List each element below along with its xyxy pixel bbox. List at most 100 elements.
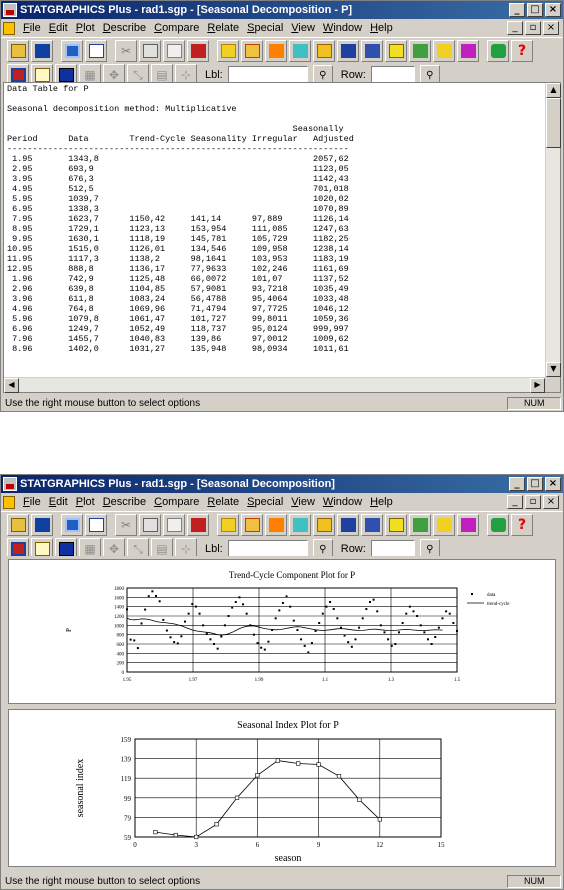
- menu-window[interactable]: Window: [319, 496, 366, 508]
- main-toolbar: ✂ ?: [1, 37, 563, 63]
- menu-view[interactable]: View: [287, 22, 319, 34]
- doc-restore-button[interactable]: ▫: [525, 495, 541, 509]
- menu-window[interactable]: Window: [319, 22, 366, 34]
- document-icon[interactable]: [3, 495, 15, 509]
- y-axis-label: P: [65, 628, 73, 632]
- maximize-button[interactable]: □: [527, 3, 543, 17]
- doc-restore-button[interactable]: ▫: [525, 21, 541, 35]
- trend-cycle-plot-pane[interactable]: Trend-Cycle Component Plot for P 0 200 400 6…: [8, 559, 556, 704]
- pane-options-icon[interactable]: [241, 513, 263, 536]
- crosshair-icon[interactable]: [409, 513, 431, 536]
- text-output-pane[interactable]: Data Table for P Seasonal decomposition …: [3, 82, 561, 393]
- data-point: [234, 601, 237, 603]
- save-icon[interactable]: [31, 39, 53, 62]
- arrow-icon[interactable]: [487, 513, 509, 536]
- menu-relate[interactable]: Relate: [203, 22, 243, 34]
- doc-minimize-button[interactable]: _: [507, 21, 523, 35]
- grid-icon[interactable]: [313, 513, 335, 536]
- data-point: [394, 643, 397, 645]
- menu-relate[interactable]: Relate: [203, 496, 243, 508]
- close-button[interactable]: ×: [545, 3, 561, 17]
- data-point: [434, 636, 437, 638]
- menu-special[interactable]: Special: [243, 22, 287, 34]
- menu-edit[interactable]: Edit: [45, 496, 72, 508]
- pane-options-icon[interactable]: [241, 39, 263, 62]
- graph-options-icon[interactable]: [217, 39, 239, 62]
- menu-compare[interactable]: Compare: [150, 22, 203, 34]
- scroll-down-icon[interactable]: ▼: [546, 362, 561, 377]
- copy-icon[interactable]: [139, 39, 161, 62]
- graph-options-icon[interactable]: [217, 513, 239, 536]
- minimize-button[interactable]: _: [509, 3, 525, 17]
- menu-edit[interactable]: Edit: [45, 22, 72, 34]
- paste-icon[interactable]: [163, 39, 185, 62]
- data-editor-icon[interactable]: [61, 513, 83, 536]
- document-icon[interactable]: [3, 21, 15, 35]
- menu-help[interactable]: Help: [366, 22, 397, 34]
- menu-describe[interactable]: Describe: [99, 496, 150, 508]
- seasonal-index-plot-pane[interactable]: Seasonal Index Plot for P 59 79 99 119 139 159…: [8, 709, 556, 867]
- app-icon: [3, 3, 17, 17]
- table-row: 7.96 1455,7 1040,83 139,86 97,0012 1009,…: [7, 334, 349, 344]
- menu-help[interactable]: Help: [366, 496, 397, 508]
- wave-icon[interactable]: [337, 39, 359, 62]
- menu-plot[interactable]: Plot: [72, 22, 99, 34]
- minimize-button[interactable]: _: [509, 477, 525, 491]
- horizontal-scrollbar[interactable]: ◀ ▶: [4, 377, 545, 393]
- y-tick-label: 99: [124, 795, 132, 803]
- vertical-scrollbar[interactable]: ▲ ▼: [545, 83, 561, 377]
- data-editor-icon[interactable]: [61, 39, 83, 62]
- bar-chart-icon[interactable]: [433, 39, 455, 62]
- peak-icon[interactable]: [361, 39, 383, 62]
- menu-special[interactable]: Special: [243, 496, 287, 508]
- scroll-thumb[interactable]: [546, 98, 561, 148]
- data-point: [242, 603, 245, 606]
- peak-icon[interactable]: [361, 513, 383, 536]
- spreadsheet-icon[interactable]: [85, 39, 107, 62]
- menu-compare[interactable]: Compare: [150, 496, 203, 508]
- help-icon[interactable]: ?: [511, 513, 533, 536]
- save-icon[interactable]: [31, 513, 53, 536]
- scatter-icon[interactable]: [289, 513, 311, 536]
- palette-icon[interactable]: [457, 513, 479, 536]
- print-icon[interactable]: [187, 39, 209, 62]
- data-point: [401, 622, 404, 624]
- doc-close-button[interactable]: ×: [543, 495, 559, 509]
- arrow-icon[interactable]: [487, 39, 509, 62]
- maximize-button[interactable]: □: [527, 477, 543, 491]
- cut-icon[interactable]: ✂: [115, 513, 137, 536]
- triangle-icon[interactable]: [265, 39, 287, 62]
- menu-plot[interactable]: Plot: [72, 496, 99, 508]
- table-row: 5.96 1079,8 1061,47 101,727 99,8011 1059…: [7, 314, 349, 324]
- paste-icon[interactable]: [163, 513, 185, 536]
- doc-close-button[interactable]: ×: [543, 21, 559, 35]
- line-chart-icon[interactable]: [385, 513, 407, 536]
- spreadsheet-icon[interactable]: [85, 513, 107, 536]
- menu-file[interactable]: File: [19, 496, 45, 508]
- data-point: [354, 638, 357, 641]
- doc-minimize-button[interactable]: _: [507, 495, 523, 509]
- menu-describe[interactable]: Describe: [99, 22, 150, 34]
- menu-file[interactable]: File: [19, 22, 45, 34]
- wave-icon[interactable]: [337, 513, 359, 536]
- scatter-icon[interactable]: [289, 39, 311, 62]
- help-icon[interactable]: ?: [511, 39, 533, 62]
- line-chart-icon[interactable]: [385, 39, 407, 62]
- scroll-left-icon[interactable]: ◀: [4, 378, 19, 393]
- grid-icon[interactable]: [313, 39, 335, 62]
- open-icon[interactable]: [7, 513, 29, 536]
- num-lock-indicator: NUM: [507, 874, 561, 888]
- scroll-up-icon[interactable]: ▲: [546, 83, 561, 98]
- triangle-icon[interactable]: [265, 513, 287, 536]
- open-icon[interactable]: [7, 39, 29, 62]
- menu-view[interactable]: View: [287, 496, 319, 508]
- print-icon[interactable]: [187, 513, 209, 536]
- close-button[interactable]: ×: [545, 477, 561, 491]
- data-point: [169, 636, 172, 639]
- copy-icon[interactable]: [139, 513, 161, 536]
- cut-icon[interactable]: ✂: [115, 39, 137, 62]
- bar-chart-icon[interactable]: [433, 513, 455, 536]
- palette-icon[interactable]: [457, 39, 479, 62]
- crosshair-icon[interactable]: [409, 39, 431, 62]
- scroll-right-icon[interactable]: ▶: [530, 378, 545, 393]
